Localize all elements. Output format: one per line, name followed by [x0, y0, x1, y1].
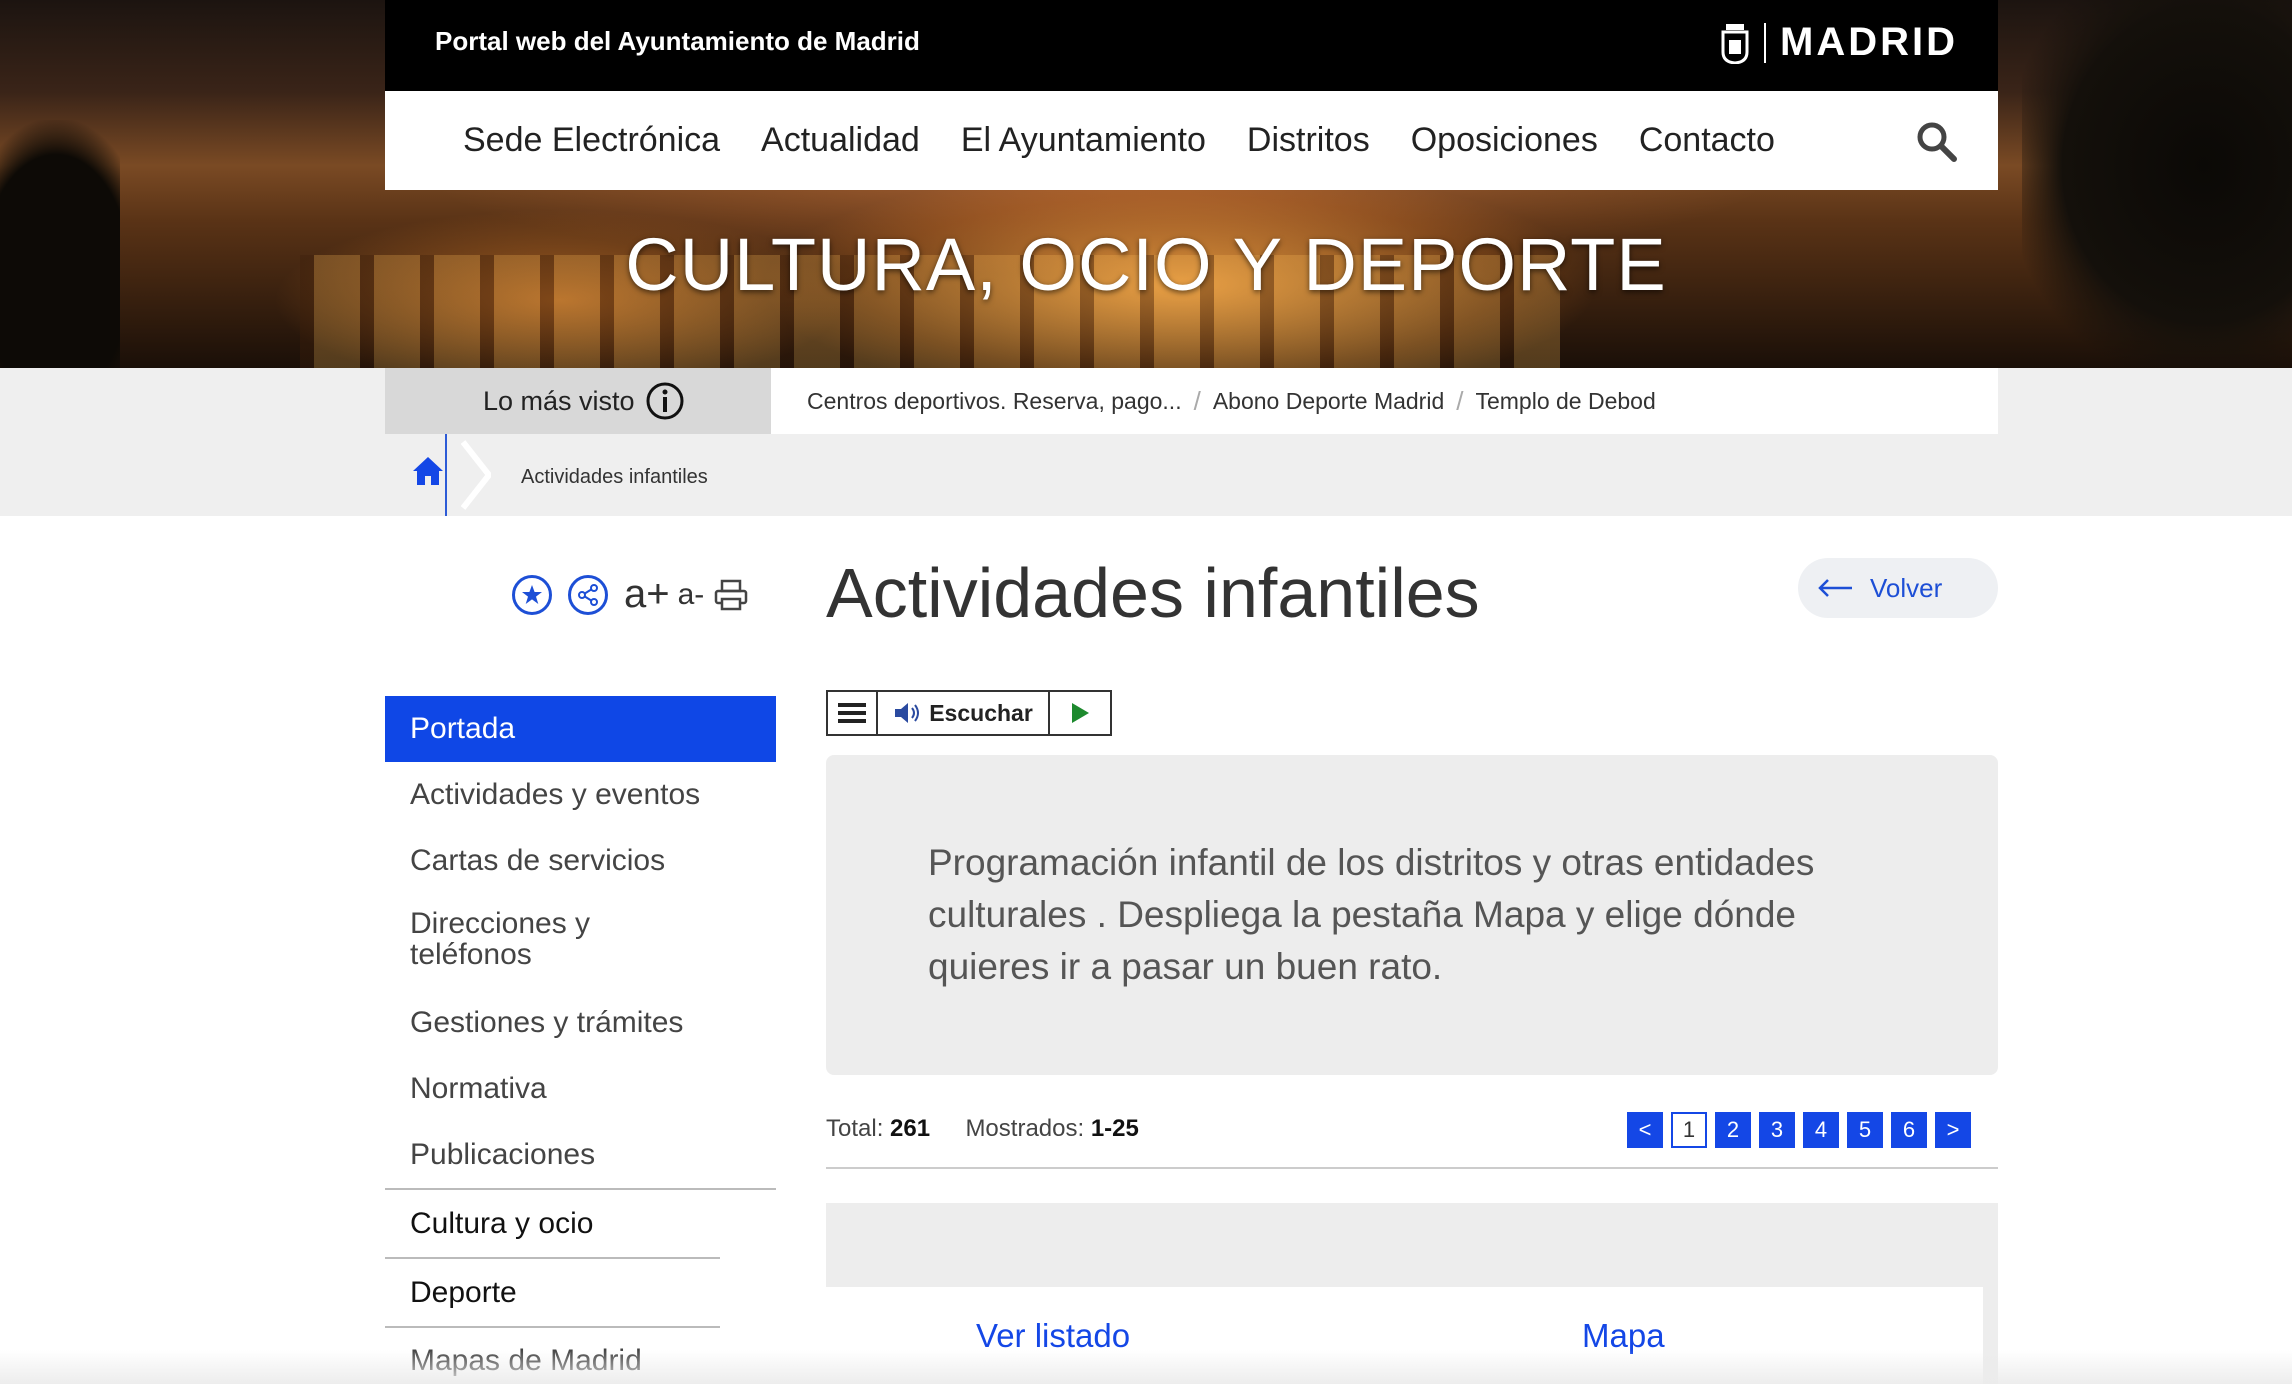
- page-title: Actividades infantiles: [826, 554, 1480, 632]
- sidebar-item-label: Direcciones y teléfonos: [410, 907, 591, 971]
- most-viewed-label: Lo más visto: [483, 386, 635, 416]
- logo-text: MADRID: [1780, 20, 1958, 64]
- breadcrumb-current: Actividades infantiles: [521, 466, 708, 488]
- logo-separator: [1764, 22, 1767, 63]
- most-viewed-link-1[interactable]: Centros deportivos. Reserva, pago...: [807, 388, 1182, 415]
- play-icon: [1072, 703, 1089, 723]
- pagination-next[interactable]: >: [1935, 1112, 1971, 1148]
- star-icon: [522, 584, 542, 604]
- pagination: < 1 2 3 4 5 6 >: [1627, 1112, 1979, 1148]
- share-icon: [578, 583, 598, 606]
- listen-button[interactable]: Escuchar: [878, 692, 1050, 734]
- shown-label: Mostrados:: [965, 1115, 1085, 1142]
- top-bar: Portal web del Ayuntamiento de Madrid MA…: [385, 0, 1998, 91]
- home-icon[interactable]: [411, 454, 445, 488]
- most-viewed-link-2[interactable]: Abono Deporte Madrid: [1213, 388, 1444, 415]
- back-label: Volver: [1870, 572, 1943, 603]
- arrow-left-icon: [1818, 579, 1852, 597]
- breadcrumb: Actividades infantiles: [385, 434, 1185, 516]
- sidebar-item-actividades-eventos[interactable]: Actividades y eventos: [385, 762, 776, 828]
- search-icon[interactable]: [1914, 119, 1958, 163]
- intro-text: Programación infantil de los distritos y…: [928, 842, 1815, 987]
- menu-icon: [838, 703, 866, 723]
- chevron-right-icon: [461, 440, 491, 510]
- nav-sede-electronica[interactable]: Sede Electrónica: [463, 121, 720, 160]
- nav-el-ayuntamiento[interactable]: El Ayuntamiento: [961, 121, 1206, 160]
- total-label: Total:: [826, 1115, 884, 1142]
- share-button[interactable]: [568, 574, 608, 615]
- most-viewed-label-box: Lo más visto: [385, 368, 787, 434]
- nav-items: Sede Electrónica Actualidad El Ayuntamie…: [463, 91, 1816, 190]
- nav-actualidad[interactable]: Actualidad: [761, 121, 920, 160]
- font-increase-button[interactable]: a+: [624, 572, 670, 617]
- play-button[interactable]: [1050, 692, 1110, 734]
- pagination-page-3[interactable]: 3: [1759, 1112, 1795, 1148]
- most-viewed-links: Centros deportivos. Reserva, pago... / A…: [771, 368, 1998, 434]
- sidebar-item-portada[interactable]: Portada: [385, 696, 776, 762]
- results-summary: Total: 261 Mostrados: 1-25: [826, 1115, 1139, 1143]
- page-tools: a+ a-: [512, 572, 748, 617]
- nav-oposiciones[interactable]: Oposiciones: [1411, 121, 1598, 160]
- divider: [826, 1167, 1998, 1169]
- back-button[interactable]: Volver: [1798, 558, 1998, 618]
- section-title: CULTURA, OCIO Y DEPORTE: [625, 223, 1667, 306]
- main-nav: Sede Electrónica Actualidad El Ayuntamie…: [385, 91, 1998, 190]
- sidebar-item-normativa[interactable]: Normativa: [385, 1056, 776, 1122]
- most-viewed-link-3[interactable]: Templo de Debod: [1475, 388, 1655, 415]
- madrid-crest-icon: [1721, 23, 1749, 64]
- pagination-page-5[interactable]: 5: [1847, 1112, 1883, 1148]
- link-separator: /: [1456, 385, 1464, 416]
- madrid-logo[interactable]: MADRID: [1720, 20, 1958, 65]
- nav-contacto[interactable]: Contacto: [1639, 121, 1775, 160]
- pagination-page-1[interactable]: 1: [1671, 1112, 1707, 1148]
- favorite-button[interactable]: [512, 574, 552, 615]
- pagination-page-4[interactable]: 4: [1803, 1112, 1839, 1148]
- info-icon[interactable]: [645, 381, 685, 421]
- nav-distritos[interactable]: Distritos: [1247, 121, 1370, 160]
- total-value: 261: [890, 1115, 931, 1142]
- font-decrease-button[interactable]: a-: [678, 578, 705, 612]
- speaker-icon: [895, 703, 920, 723]
- pagination-page-2[interactable]: 2: [1715, 1112, 1751, 1148]
- sidebar-section-deporte[interactable]: Deporte: [385, 1257, 720, 1326]
- pagination-prev[interactable]: <: [1627, 1112, 1663, 1148]
- print-icon[interactable]: [714, 579, 748, 611]
- player-menu-button[interactable]: [828, 692, 878, 734]
- sidebar-item-direcciones-telefonos[interactable]: Direcciones y teléfonos: [385, 894, 776, 990]
- intro-box: Programación infantil de los distritos y…: [826, 755, 1998, 1075]
- sidebar-item-publicaciones[interactable]: Publicaciones: [385, 1122, 776, 1188]
- shown-value: 1-25: [1090, 1115, 1139, 1142]
- link-separator: /: [1193, 385, 1201, 416]
- sidebar-item-cartas-servicios[interactable]: Cartas de servicios: [385, 828, 776, 894]
- sidebar-section-cultura-ocio[interactable]: Cultura y ocio: [385, 1188, 776, 1257]
- readspeaker-player: Escuchar: [826, 690, 1112, 736]
- sidebar-nav: Portada Actividades y eventos Cartas de …: [385, 696, 776, 1394]
- pagination-page-6[interactable]: 6: [1891, 1112, 1927, 1148]
- bottom-fade: [0, 1350, 2292, 1384]
- portal-title[interactable]: Portal web del Ayuntamiento de Madrid: [435, 26, 920, 57]
- hero-tree-right: [2022, 0, 2292, 368]
- listen-label: Escuchar: [929, 699, 1033, 726]
- sidebar-item-gestiones-tramites[interactable]: Gestiones y trámites: [385, 990, 776, 1056]
- breadcrumb-divider: [445, 434, 447, 516]
